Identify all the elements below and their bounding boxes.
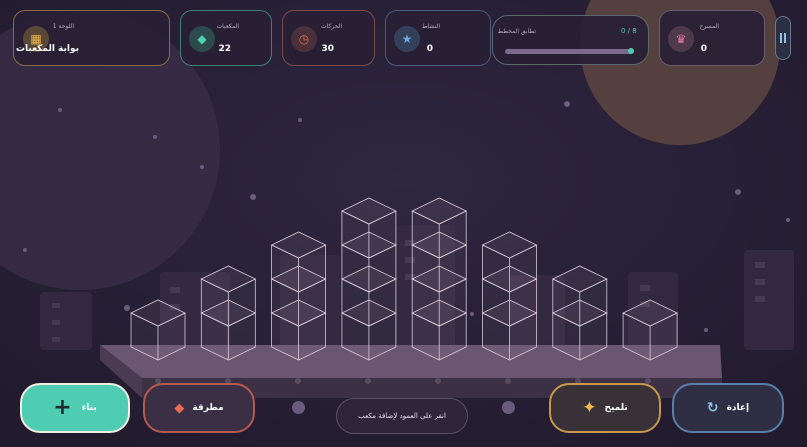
score-card: ★ النشاط 0: [385, 10, 491, 66]
cubes-label: المكعبات: [216, 23, 239, 30]
level-label: اللوحة 1: [52, 23, 74, 30]
hint-label: تلميح: [604, 403, 628, 413]
instruction-pill: انقر على العمود لإضافة مكعب: [336, 398, 468, 434]
reset-button[interactable]: إعادة ↻: [672, 383, 784, 433]
level-name: بوابة المكعبات: [16, 44, 79, 54]
cube: [130, 299, 186, 361]
cubes-value: 22: [218, 44, 231, 54]
progress-knob: [628, 48, 634, 54]
hammer-button[interactable]: مطرقة ◆: [143, 383, 255, 433]
pause-button[interactable]: [775, 16, 791, 60]
score-value: 0: [426, 44, 433, 54]
cube: [481, 231, 538, 293]
reset-label: إعادة: [726, 403, 750, 413]
cubes-card: ◆ المكعبات 22: [180, 10, 272, 66]
cube: [551, 265, 608, 327]
moves-label: الحركات: [320, 23, 342, 30]
plus-icon: +: [53, 395, 72, 420]
diamond-icon: ◆: [174, 400, 185, 416]
progress-card: تطابق المخطط 0 / 8: [492, 15, 649, 65]
cube: [200, 265, 257, 327]
build-button[interactable]: بناء +: [20, 383, 130, 433]
page-dot-left: [292, 401, 305, 414]
game-scene: [0, 0, 807, 447]
build-label: بناء: [81, 403, 97, 413]
rank-card: ♛ المسرح 0: [659, 10, 765, 66]
cube: [270, 231, 327, 293]
sparkle-icon: ✦: [582, 398, 597, 418]
hint-button[interactable]: تلميح ✦: [549, 383, 661, 433]
progress-value: 0 / 8: [621, 27, 637, 35]
clock-icon: ◷: [291, 26, 317, 52]
star-icon: ★: [394, 26, 420, 52]
score-label: النشاط: [421, 23, 440, 30]
cube: [622, 299, 679, 361]
progress-label: تطابق المخطط: [497, 28, 536, 35]
diamond-icon: ◆: [189, 26, 215, 52]
page-dot-right: [502, 401, 515, 414]
rank-value: 0: [700, 44, 707, 54]
moves-value: 30: [321, 44, 334, 54]
level-card: ▦ اللوحة 1 بوابة المكعبات: [13, 10, 170, 66]
pause-icon: [780, 33, 786, 43]
instruction-text: انقر على العمود لإضافة مكعب: [358, 412, 446, 420]
moves-card: ◷ الحركات 30: [282, 10, 375, 66]
progress-track: [505, 48, 634, 54]
rank-label: المسرح: [699, 23, 720, 30]
refresh-icon: ↻: [706, 400, 719, 416]
cube: [340, 197, 397, 259]
crown-icon: ♛: [668, 26, 694, 52]
cube: [411, 197, 468, 259]
hammer-label: مطرقة: [192, 403, 224, 413]
